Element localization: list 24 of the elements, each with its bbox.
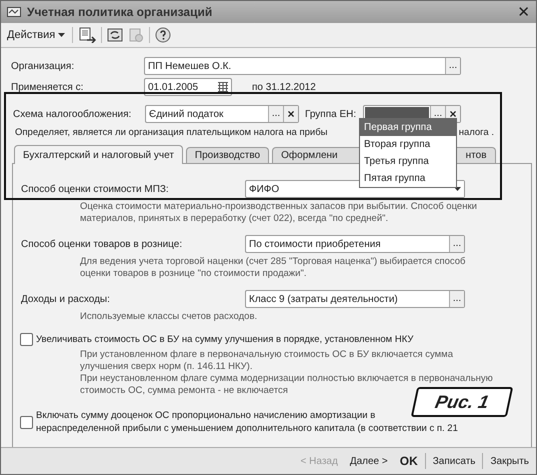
checkbox-label: нераспределенной прибыли с уменьшением дополнительного капитала (в соответствии с п. 21 xyxy=(36,422,458,435)
checkbox-label: Включать сумму дооценок ОС пропорционально начислению амортизации в xyxy=(36,409,376,422)
end-date: по 31.12.2012 xyxy=(252,82,316,92)
hint-text: Используемые классы счетов расходов. xyxy=(80,311,258,323)
window-title: Учетная политика организаций xyxy=(27,5,214,19)
field-label: Схема налогообложения: xyxy=(13,108,132,120)
field-label: Применяется с: xyxy=(11,82,84,92)
hint-text: стоимость ОС, сумма ремонта - не включается xyxy=(80,385,288,397)
hint-text: Определяет, является ли организация плательщиком налога на прибы xyxy=(15,127,328,140)
field-label: Способ оценки стоимости МПЗ: xyxy=(21,184,170,194)
hint-text: налога . xyxy=(458,127,494,140)
field-label: Группа ЕН: xyxy=(305,108,358,120)
hint-text: Оценка стоимости материально-производственных запасов при выбытии. Способ оценки xyxy=(80,201,477,213)
checkbox-label: Увеличивать стоимость ОС в БУ на сумму улучшения в порядке, установленном НКУ xyxy=(36,333,414,346)
figure-caption: Рис. 1 xyxy=(410,387,514,417)
hint-text: оценки товаров в рознице "по стоимости продажи". xyxy=(80,268,306,280)
hint-text: При неустановленном флаге сумма модернизации полностью включается в первоначальную xyxy=(80,373,493,385)
hint-text: материалов, принятых в переработку (счет 022), всегда "по средней". xyxy=(80,213,388,225)
hint-text: Для ведения учета торговой наценки (счет 285 "Торговая наценка") выбирается способ xyxy=(80,256,466,268)
field-label: Способ оценки товаров в рознице: xyxy=(21,238,184,250)
hint-text: улучшения сверх норм (п. 146.11 НКУ). xyxy=(80,361,252,373)
hint-text: При установленном флаге в первоначальную стоимость ОС в БУ включается сумма xyxy=(80,349,453,361)
field-label: Организация: xyxy=(11,60,76,72)
field-label: Доходы и расходы: xyxy=(21,294,111,304)
